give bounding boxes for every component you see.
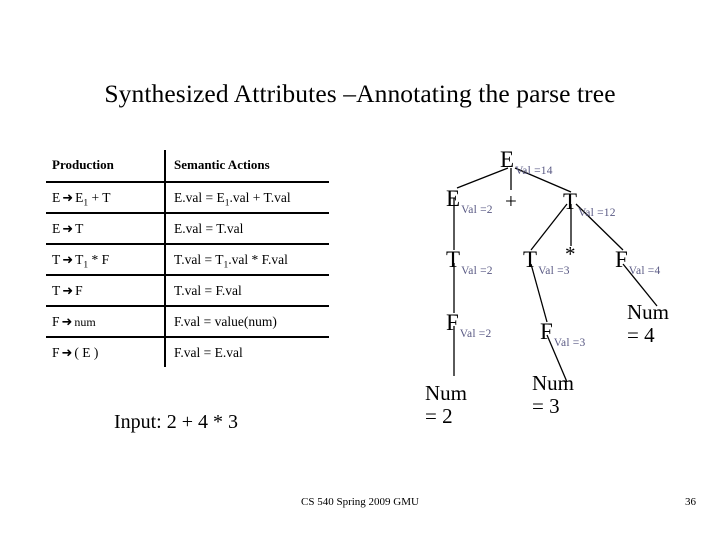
tree-node-t-right: TVal =12 <box>563 189 615 219</box>
action-pre: T.val = F.val <box>174 282 242 298</box>
arrow-icon: ➜ <box>62 253 74 268</box>
node-value-annotation: Val =4 <box>628 265 661 277</box>
node-value-annotation: Val =2 <box>459 328 492 340</box>
node-value-annotation: Val =12 <box>578 207 616 219</box>
cell-production: F ➜( E ) <box>46 336 166 367</box>
table-row: E ➜ E1 + T E.val = E1.val + T.val <box>46 181 329 213</box>
tree-node-t-mid: TVal =3 <box>523 247 570 277</box>
input-expression-label: Input: 2 + 4 * 3 <box>113 411 239 433</box>
production-rhs-pre: ( E ) <box>74 344 99 360</box>
tree-node-root-e: EVal =14 <box>500 147 552 177</box>
action-post: .val + T.val <box>229 189 291 205</box>
cell-semantic-action: T.val = F.val <box>165 274 329 306</box>
arrow-icon: ➜ <box>61 346 73 361</box>
action-pre: F.val = value(num) <box>174 313 277 329</box>
table-row: E ➜ T E.val = T.val <box>46 212 329 244</box>
node-symbol: F <box>540 319 553 344</box>
node-symbol: T <box>563 189 578 214</box>
tree-leaf-num-left: Num = 2 <box>425 382 467 427</box>
table-row: T ➜ T1 * F T.val = T1.val * F.val <box>46 243 329 275</box>
table-row: F ➜( E ) F.val = E.val <box>46 336 329 367</box>
production-lhs: F <box>52 313 60 329</box>
action-post: .val * F.val <box>228 251 288 267</box>
production-rhs-pre: num <box>74 314 96 329</box>
column-header-semantic-actions: Semantic Actions <box>174 156 270 172</box>
node-value-annotation: Val =3 <box>538 265 570 277</box>
production-lhs: T <box>52 251 61 267</box>
cell-production: T ➜ F <box>46 274 166 306</box>
action-pre: T.val = T <box>174 251 224 267</box>
page-title: Synthesized Attributes –Annotating the p… <box>104 79 616 108</box>
node-symbol: F <box>446 310 459 335</box>
production-rhs-pre: F <box>75 282 83 298</box>
arrow-icon: ➜ <box>62 222 74 237</box>
node-symbol: F <box>615 247 628 272</box>
tree-node-e-left: EVal =2 <box>446 186 493 216</box>
production-rhs-pre: T <box>75 220 84 236</box>
arrow-icon: ➜ <box>62 284 74 299</box>
leaf-line-1: Num <box>425 381 467 405</box>
tree-node-f-right: FVal =4 <box>615 247 660 277</box>
node-symbol: E <box>446 186 461 211</box>
table-row: F ➜ num F.val = value(num) <box>46 305 329 337</box>
tree-node-star-operator: * <box>565 242 576 266</box>
edge-t-to-t-mid <box>530 203 568 251</box>
cell-semantic-action: F.val = value(num) <box>165 305 329 337</box>
cell-semantic-action: F.val = E.val <box>165 336 329 367</box>
action-pre: E.val = E <box>174 189 225 205</box>
cell-semantic-action: T.val = T1.val * F.val <box>165 243 329 275</box>
parse-tree-diagram: EVal =14 EVal =2 + TVal =12 TVal =2 TVal… <box>395 138 715 468</box>
table-header-row: Production Semantic Actions <box>46 150 329 182</box>
tree-node-f-mid: FVal =3 <box>540 319 585 349</box>
leaf-line-1: Num <box>627 300 669 324</box>
node-value-annotation: Val =14 <box>515 165 553 177</box>
production-lhs: T <box>52 282 61 298</box>
column-header-production: Production <box>46 150 166 182</box>
leaf-line-2: = 4 <box>627 322 655 347</box>
tree-node-plus-operator: + <box>505 189 517 213</box>
node-value-annotation: Val =2 <box>461 265 493 277</box>
table-header: Production Semantic Actions <box>46 150 329 182</box>
production-lhs: F <box>52 344 60 360</box>
footer-page-number: 36 <box>685 496 696 508</box>
cell-production: E ➜ E1 + T <box>46 181 166 213</box>
production-lhs: E <box>52 220 61 236</box>
leaf-line-2: = 3 <box>532 393 560 418</box>
table-row: T ➜ F T.val = F.val <box>46 274 329 306</box>
cell-production: E ➜ T <box>46 212 166 244</box>
cell-semantic-action: E.val = E1.val + T.val <box>165 181 329 213</box>
action-pre: E.val = T.val <box>174 220 244 236</box>
tree-leaf-num-mid: Num = 3 <box>532 372 574 417</box>
cell-production: T ➜ T1 * F <box>46 243 166 275</box>
node-value-annotation: Val =2 <box>461 204 493 216</box>
production-lhs: E <box>52 189 61 205</box>
production-rhs-post: + T <box>88 189 111 205</box>
node-symbol: E <box>500 147 515 172</box>
production-table: Production Semantic Actions E ➜ E1 + T E.v… <box>46 150 329 367</box>
node-symbol: T <box>446 247 461 272</box>
footer-course-label: CS 540 Spring 2009 GMU <box>301 496 419 508</box>
leaf-line-2: = 2 <box>425 403 453 428</box>
tree-leaf-num-right: Num = 4 <box>627 301 669 346</box>
tree-node-t-left: TVal =2 <box>446 247 493 277</box>
cell-semantic-action: E.val = T.val <box>165 212 329 244</box>
action-pre: F.val = E.val <box>174 344 243 360</box>
arrow-icon: ➜ <box>62 191 74 206</box>
slide-canvas: Synthesized Attributes –Annotating the p… <box>0 0 720 540</box>
leaf-line-1: Num <box>532 371 574 395</box>
node-symbol: T <box>523 247 538 272</box>
arrow-icon: ➜ <box>61 315 73 330</box>
tree-node-f-left: FVal =2 <box>446 310 491 340</box>
table-body: E ➜ E1 + T E.val = E1.val + T.val E ➜ T E.va… <box>46 181 329 367</box>
cell-production: F ➜ num <box>46 305 166 337</box>
production-rhs-post: * F <box>88 251 110 267</box>
node-value-annotation: Val =3 <box>553 337 586 349</box>
